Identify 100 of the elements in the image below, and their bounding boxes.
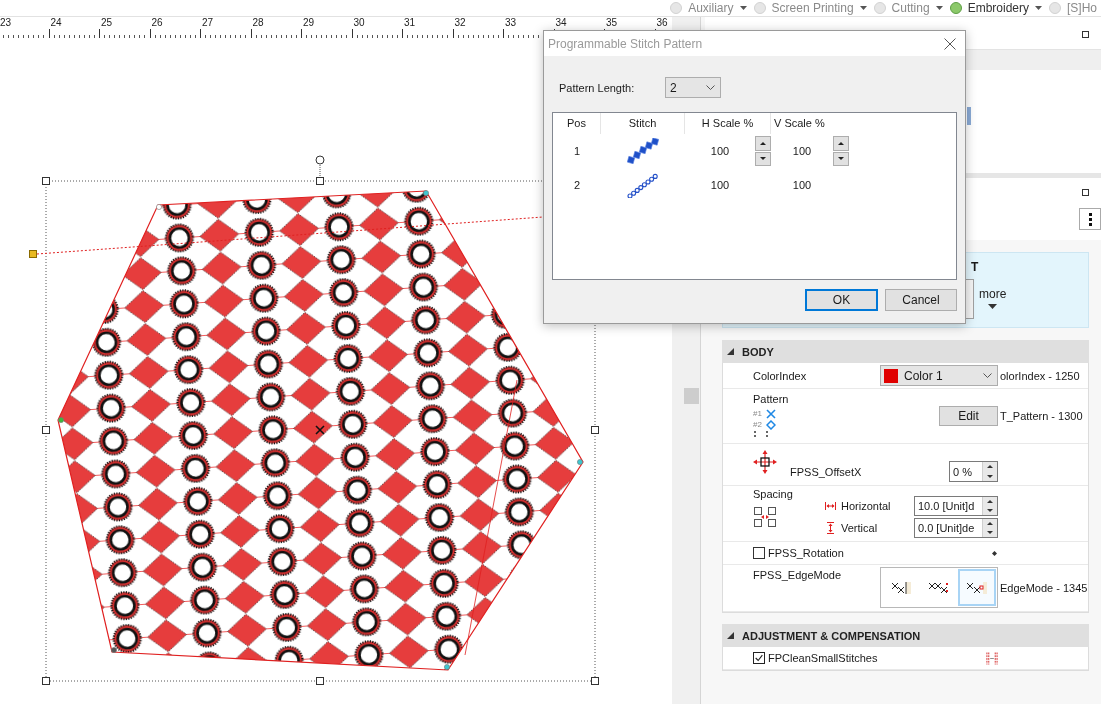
- center-mark-icon: [315, 425, 325, 435]
- ruler-label: 23: [0, 18, 12, 28]
- node-point-icon[interactable]: [423, 190, 429, 196]
- spin-button[interactable]: [982, 519, 997, 537]
- maximize-icon[interactable]: [1082, 189, 1089, 196]
- property-label: Spacing: [753, 487, 793, 501]
- resize-handle-icon[interactable]: [42, 177, 50, 185]
- column-header[interactable]: Stitch: [601, 113, 685, 134]
- column-header[interactable]: Pos: [553, 113, 601, 134]
- spin-field[interactable]: 0 %: [949, 461, 998, 482]
- section-header[interactable]: ADJUSTMENT & COMPENSATION: [722, 624, 1089, 647]
- caret-up-icon: [760, 141, 766, 145]
- more-options-button[interactable]: [1079, 208, 1101, 230]
- more-button[interactable]: more: [978, 279, 1008, 319]
- caret-down-icon: [987, 531, 993, 534]
- spin-field[interactable]: 0.0 [Unit]de: [914, 518, 998, 538]
- resize-handle-icon[interactable]: [316, 177, 324, 185]
- pattern-length-dropdown[interactable]: 2: [665, 77, 721, 98]
- node-point-icon[interactable]: [58, 417, 64, 423]
- node-point-icon[interactable]: [577, 459, 583, 465]
- table-cell-text: 100: [791, 145, 813, 157]
- field-label: Pattern Length:: [558, 81, 636, 94]
- scrollbar-thumb[interactable]: [684, 388, 699, 404]
- chevron-down-icon: [706, 85, 715, 90]
- node-point-icon[interactable]: [444, 664, 450, 670]
- edge-stitch-icon: [890, 580, 912, 595]
- dialog-button[interactable]: Cancel: [885, 289, 957, 311]
- color-dropdown[interactable]: Color 1: [880, 365, 998, 386]
- spin-field[interactable]: 10.0 [Unit]d: [914, 496, 998, 516]
- ruler-label: 33: [505, 18, 517, 28]
- table-cell-text: 100: [709, 179, 731, 191]
- section-header[interactable]: BODY: [722, 340, 1089, 363]
- ruler-label: 35: [606, 18, 618, 28]
- dialog-button[interactable]: OK: [805, 289, 878, 311]
- caret-down-icon: [838, 157, 844, 161]
- edge-stitch-icon: [966, 580, 988, 595]
- dialog-title: Programmable Stitch Pattern: [548, 36, 703, 51]
- property-label: FPSS_Rotation: [768, 546, 844, 560]
- section-title: BODY: [742, 345, 774, 358]
- status-dot-icon: [873, 2, 886, 14]
- spin-button[interactable]: [755, 136, 771, 166]
- property-id: EdgeMode - 1345: [1000, 581, 1088, 595]
- kebab-menu-icon: [1088, 212, 1092, 226]
- status-dot-icon: [670, 2, 683, 14]
- mode-tab[interactable]: Embroidery: [949, 0, 1042, 16]
- mode-tab[interactable]: Screen Printing: [753, 0, 867, 16]
- checkbox[interactable]: [753, 547, 765, 559]
- checkbox[interactable]: [753, 652, 765, 664]
- property-label: FPSS_OffsetX: [790, 465, 862, 479]
- edit-button[interactable]: Edit: [939, 406, 998, 426]
- mode-tab[interactable]: Auxiliary: [670, 0, 747, 16]
- node-point-icon[interactable]: [111, 647, 117, 653]
- property-label: Vertical: [841, 521, 878, 535]
- status-dot-icon: [753, 2, 766, 14]
- angle-handle-icon[interactable]: [29, 250, 37, 258]
- ruler-label: 30: [353, 18, 365, 28]
- rotate-handle-icon[interactable]: [315, 155, 325, 178]
- vertical-spacing-icon: [825, 522, 836, 534]
- caret-up-icon: [838, 141, 844, 145]
- mode-tab[interactable]: Cutting: [873, 0, 943, 16]
- property-label: ColorIndex: [753, 368, 808, 383]
- caret-down-icon: [987, 509, 993, 512]
- status-dot-icon: [1049, 2, 1061, 14]
- chain-stitch-icon: [627, 172, 659, 198]
- ruler-label: 31: [404, 18, 416, 28]
- spin-button[interactable]: [982, 497, 997, 515]
- ruler-label: 36: [656, 18, 668, 28]
- ruler-label: 26: [151, 18, 163, 28]
- node-point-icon[interactable]: [156, 204, 162, 210]
- move-icon: [753, 450, 777, 474]
- table-cell-text: 100: [709, 145, 731, 157]
- column-header[interactable]: V Scale %: [771, 113, 849, 134]
- column-header[interactable]: H Scale %: [685, 113, 771, 134]
- selection-highlight: [967, 107, 971, 125]
- resize-handle-icon[interactable]: [42, 426, 50, 434]
- table-cell-text: 2: [572, 179, 582, 191]
- resize-handle-icon[interactable]: [316, 677, 324, 685]
- more-dots-icon: [753, 431, 769, 437]
- ruler-label: 27: [202, 18, 214, 28]
- resize-handle-icon[interactable]: [42, 677, 50, 685]
- block-stitch-icon: [627, 138, 659, 164]
- maximize-icon[interactable]: [1082, 31, 1089, 38]
- spin-button[interactable]: [982, 462, 997, 481]
- caret-up-icon: [987, 500, 993, 503]
- chevron-down-icon: [983, 373, 992, 378]
- spin-button[interactable]: [833, 136, 849, 166]
- caret-down-icon: [988, 304, 998, 309]
- close-button[interactable]: [944, 37, 956, 50]
- resize-handle-icon[interactable]: [591, 677, 599, 685]
- table-cell-text: 1: [572, 145, 582, 157]
- ruler-label: 24: [50, 18, 62, 28]
- resize-handle-icon[interactable]: [591, 426, 599, 434]
- stitch-bars-icon: [986, 651, 998, 665]
- caret-down-icon: [987, 474, 993, 478]
- mode-tab[interactable]: [S]Ho: [1049, 0, 1097, 16]
- property-label: FPCleanSmallStitches: [768, 651, 878, 665]
- status-dot-icon: [949, 2, 962, 14]
- table-cell-text: 100: [791, 179, 813, 191]
- caret-down-icon: [760, 157, 766, 161]
- caret-up-icon: [987, 465, 993, 469]
